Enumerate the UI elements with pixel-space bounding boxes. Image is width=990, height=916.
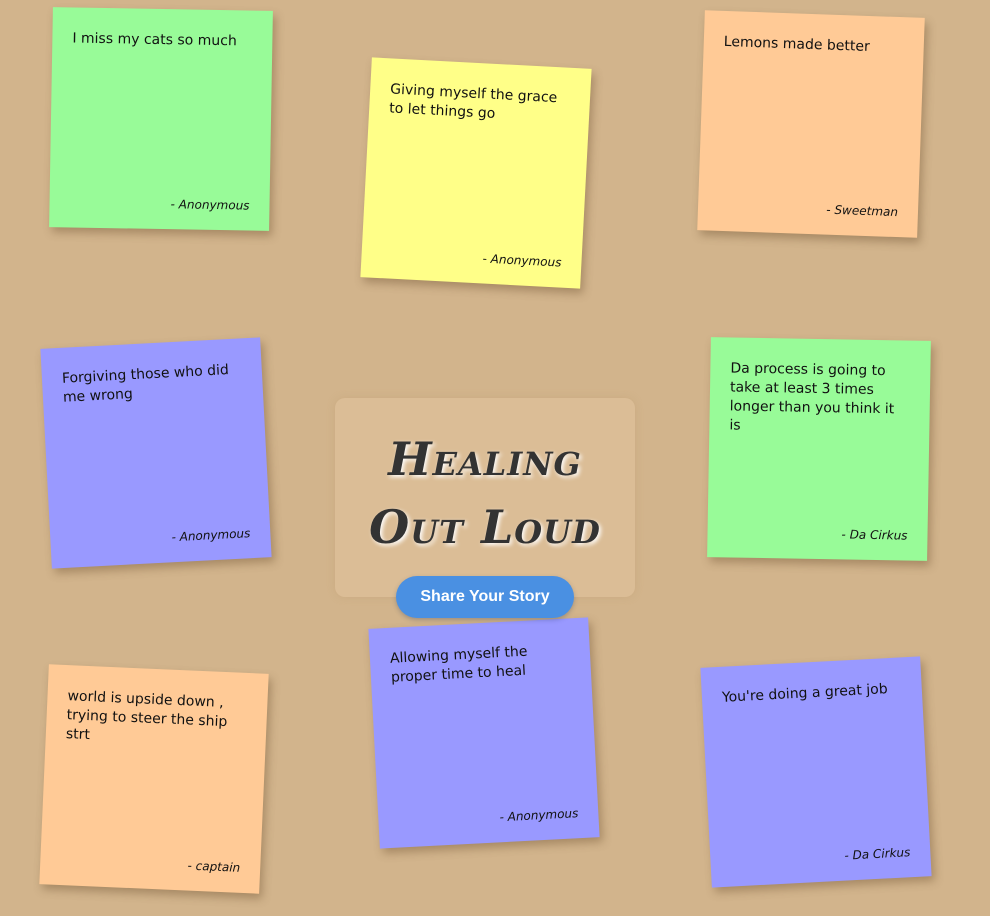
sticky-note: world is upside down , trying to steer t… <box>39 664 269 894</box>
note-author: - Anonymous <box>171 526 251 545</box>
page-title: Healing Out Loud <box>335 425 635 561</box>
note-text: Forgiving those who did me wrong <box>61 362 230 406</box>
note-text: Da process is going to take at least 3 t… <box>729 360 895 434</box>
note-text: You're doing a great job <box>721 681 889 706</box>
sticky-note: I miss my cats so much - Anonymous <box>49 7 273 231</box>
note-text: world is upside down , trying to steer t… <box>65 688 228 744</box>
note-text: Giving myself the grace to let things go <box>388 81 558 122</box>
title-line-2: Out Loud <box>369 500 601 554</box>
note-author: - Anonymous <box>170 197 250 213</box>
share-story-button[interactable]: Share Your Story <box>396 576 574 618</box>
note-text: Allowing myself the proper time to heal <box>389 643 528 686</box>
hero-panel: Healing Out Loud <box>335 398 635 597</box>
note-text: Lemons made better <box>723 33 871 55</box>
sticky-note: Lemons made better - Sweetman <box>697 10 925 238</box>
note-author: - Da Cirkus <box>844 845 911 863</box>
note-author: - Sweetman <box>826 202 899 220</box>
sticky-note: Allowing myself the proper time to heal … <box>368 617 600 849</box>
note-author: - Da Cirkus <box>841 527 908 543</box>
sticky-note: Giving myself the grace to let things go… <box>360 57 592 289</box>
note-author: - Anonymous <box>482 251 562 270</box>
sticky-note: You're doing a great job - Da Cirkus <box>700 656 932 888</box>
sticky-note: Forgiving those who did me wrong - Anony… <box>40 337 272 569</box>
title-line-1: Healing <box>388 432 582 486</box>
sticky-note: Da process is going to take at least 3 t… <box>707 337 931 561</box>
note-author: - Anonymous <box>499 806 579 825</box>
note-author: - captain <box>187 858 241 875</box>
note-text: I miss my cats so much <box>72 30 237 50</box>
